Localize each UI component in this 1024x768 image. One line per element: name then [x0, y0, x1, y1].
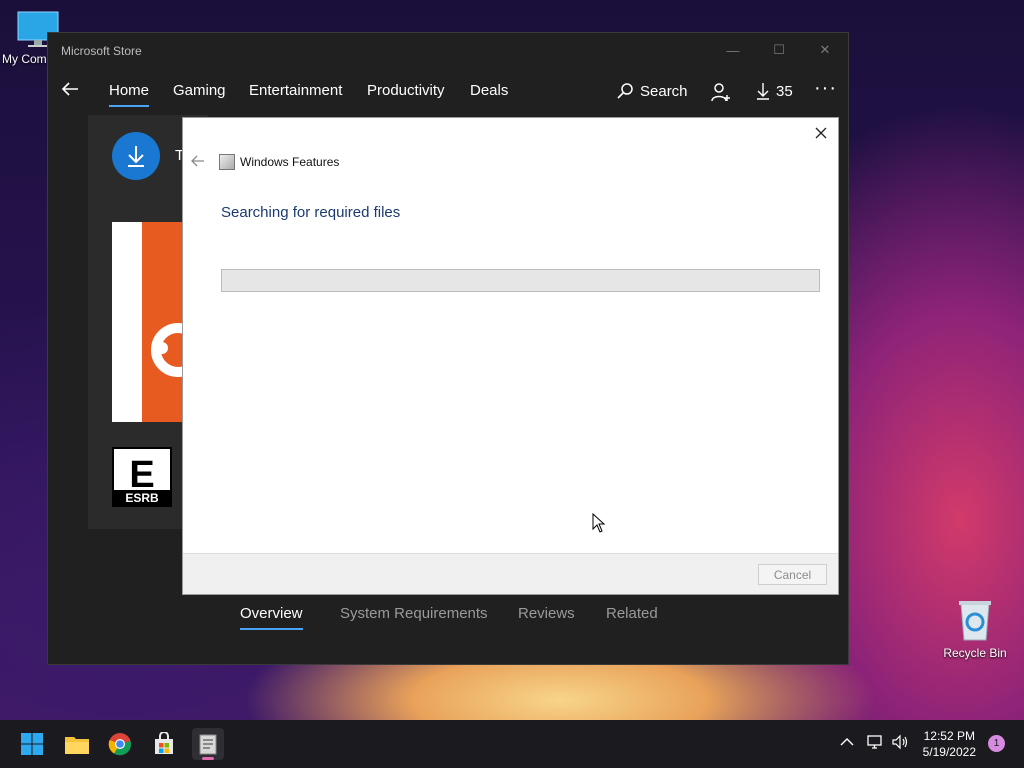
clock-time: 12:52 PM — [923, 729, 975, 743]
desktop-icon-recycle-bin[interactable]: Recycle Bin — [938, 598, 1012, 660]
taskbar-windows-features[interactable] — [192, 728, 224, 760]
download-arrow-icon — [128, 146, 144, 167]
tab-overview[interactable]: Overview — [240, 605, 303, 630]
dialog-back-button[interactable] — [191, 154, 205, 170]
account-button[interactable] — [710, 82, 732, 102]
window-title: Microsoft Store — [61, 44, 142, 58]
network-button[interactable] — [866, 734, 884, 753]
search-button[interactable]: Search — [616, 82, 688, 100]
back-arrow-icon — [191, 155, 204, 167]
nav-productivity[interactable]: Productivity — [367, 82, 445, 99]
ellipsis-icon: ··· — [814, 77, 837, 99]
maximize-button[interactable]: ☐ — [756, 33, 802, 67]
file-explorer-icon — [65, 737, 89, 754]
cancel-button[interactable]: Cancel — [758, 564, 827, 585]
tab-reviews[interactable]: Reviews — [518, 605, 575, 622]
start-icon — [21, 733, 43, 755]
rating-badge-label: ESRB — [125, 491, 159, 505]
close-window-button[interactable]: ✕ — [802, 33, 848, 67]
volume-icon — [892, 734, 908, 750]
esrb-rating-badge[interactable]: E ESRB — [112, 447, 172, 507]
app-screenshot-image[interactable] — [112, 222, 205, 422]
dialog-close-button[interactable] — [810, 122, 832, 144]
dialog-app-title: Windows Features — [240, 155, 340, 169]
notification-badge[interactable]: 1 — [988, 735, 1005, 752]
taskbar: 12:52 PM 5/19/2022 1 — [0, 720, 1024, 768]
nav-deals[interactable]: Deals — [470, 82, 508, 99]
add-account-icon — [711, 83, 730, 102]
search-icon — [617, 83, 633, 99]
app-screenshot-orange — [142, 222, 205, 422]
nav-gaming[interactable]: Gaming — [173, 82, 226, 99]
more-options-button[interactable]: ··· — [814, 77, 837, 100]
mouse-cursor-icon — [592, 513, 606, 533]
windows-features-icon — [219, 154, 235, 170]
minimize-button[interactable]: — — [710, 33, 756, 67]
app-logo-icon — [151, 323, 205, 377]
esrb-e-icon: E ESRB — [114, 449, 170, 505]
back-arrow-icon[interactable] — [58, 77, 82, 101]
desktop-icon-label: Recycle Bin — [943, 646, 1007, 660]
install-button[interactable] — [112, 132, 160, 180]
downloads-button[interactable]: 35 — [756, 82, 793, 100]
tab-related[interactable]: Related — [606, 605, 658, 622]
download-arrow-icon — [757, 83, 769, 100]
start-button[interactable] — [16, 728, 48, 760]
volume-button[interactable] — [891, 734, 909, 753]
windows-features-dialog: Windows Features Searching for required … — [182, 117, 839, 595]
recycle-bin-icon — [959, 601, 991, 641]
nav-entertainment[interactable]: Entertainment — [249, 82, 342, 99]
windows-features-icon — [199, 734, 217, 755]
tab-system-requirements[interactable]: System Requirements — [340, 605, 488, 622]
network-icon — [867, 735, 882, 749]
clock-date: 5/19/2022 — [922, 745, 976, 759]
progress-bar — [221, 269, 820, 292]
show-hidden-icons-button[interactable] — [840, 734, 854, 750]
nav-home[interactable]: Home — [109, 82, 150, 107]
store-icon — [155, 732, 173, 754]
dialog-footer: Cancel — [183, 553, 838, 594]
search-label: Search — [640, 82, 688, 100]
chevron-up-icon — [840, 738, 854, 746]
taskbar-store[interactable] — [148, 728, 180, 760]
dialog-heading: Searching for required files — [221, 204, 401, 221]
chrome-icon — [108, 733, 132, 756]
store-navbar: Home Gaming Entertainment Productivity D… — [48, 71, 848, 111]
downloads-count: 35 — [776, 82, 793, 100]
taskbar-file-explorer[interactable] — [61, 728, 93, 760]
close-icon — [815, 127, 827, 139]
taskbar-chrome[interactable] — [104, 728, 136, 760]
rating-letter: E — [129, 454, 154, 496]
taskbar-clock[interactable]: 12:52 PM 5/19/2022 — [923, 728, 976, 760]
window-controls: — ☐ ✕ — [710, 33, 848, 67]
